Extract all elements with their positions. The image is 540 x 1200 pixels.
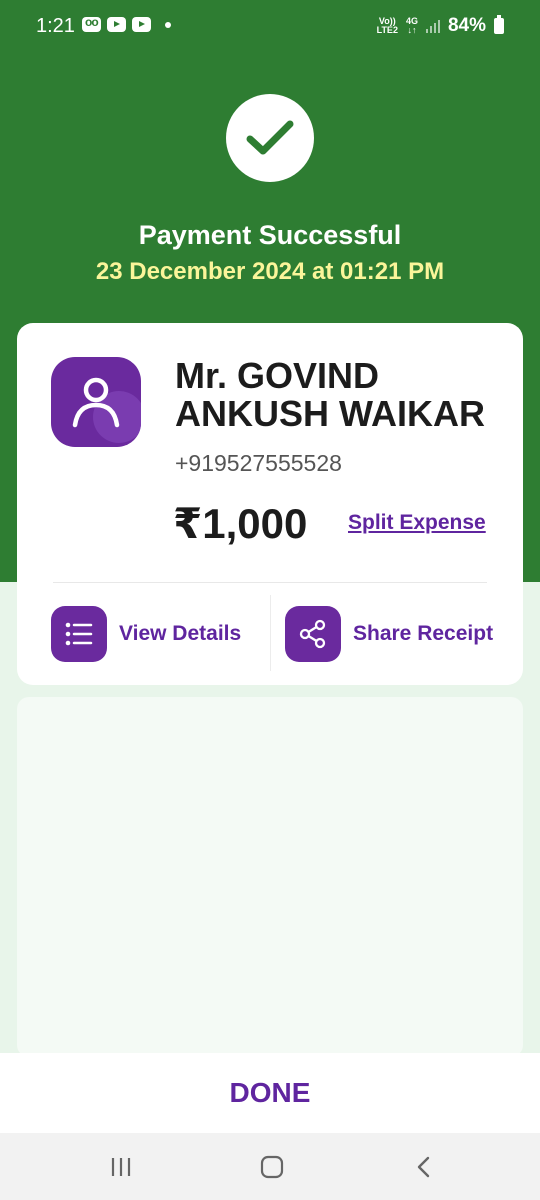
- content-panel: [17, 697, 523, 1057]
- divider: [270, 595, 271, 671]
- youtube-icon: [132, 17, 151, 32]
- view-details-label: View Details: [119, 622, 242, 645]
- battery-icon: [494, 15, 504, 34]
- person-icon: [51, 357, 141, 447]
- payee-phone: +919527555528: [175, 450, 342, 476]
- split-expense-link[interactable]: Split Expense: [348, 511, 486, 535]
- share-receipt-button[interactable]: Share Receipt: [285, 606, 493, 662]
- home-icon[interactable]: [252, 1153, 292, 1181]
- check-icon: [226, 94, 314, 182]
- back-icon[interactable]: [404, 1153, 444, 1181]
- data-indicator: 4G ↓↑: [405, 16, 418, 35]
- more-notifications-icon: [165, 21, 171, 28]
- notification-icons: [82, 15, 171, 32]
- voicemail-icon: [82, 15, 101, 32]
- share-icon: [285, 606, 341, 662]
- status-right: Vo)) LTE2 4G ↓↑ 84%: [377, 15, 504, 37]
- divider: [53, 582, 487, 583]
- volte-indicator: Vo)) LTE2: [376, 16, 398, 35]
- status-bar: 1:21 Vo)) LTE2 4G ↓↑ 84%: [0, 0, 540, 52]
- done-button[interactable]: DONE: [230, 1077, 311, 1109]
- list-icon: [51, 606, 107, 662]
- battery-level: 84%: [447, 15, 486, 36]
- payment-status-title: Payment Successful: [138, 220, 402, 250]
- recent-apps-icon[interactable]: [101, 1153, 141, 1181]
- payment-amount: ₹1,000: [173, 500, 308, 547]
- status-time: 1:21: [36, 15, 75, 37]
- payment-date: 23 December 2024 at 01:21 PM: [95, 258, 445, 285]
- payment-card: Mr. GOVIND ANKUSH WAIKAR +919527555528 ₹…: [17, 323, 523, 685]
- payee-name: Mr. GOVIND ANKUSH WAIKAR: [175, 355, 485, 434]
- view-details-button[interactable]: View Details: [51, 606, 241, 662]
- signal-icon: [425, 19, 440, 33]
- share-receipt-label: Share Receipt: [353, 622, 494, 645]
- system-nav-bar: [0, 1133, 540, 1200]
- youtube-icon: [107, 17, 126, 32]
- done-bar: DONE: [0, 1053, 540, 1133]
